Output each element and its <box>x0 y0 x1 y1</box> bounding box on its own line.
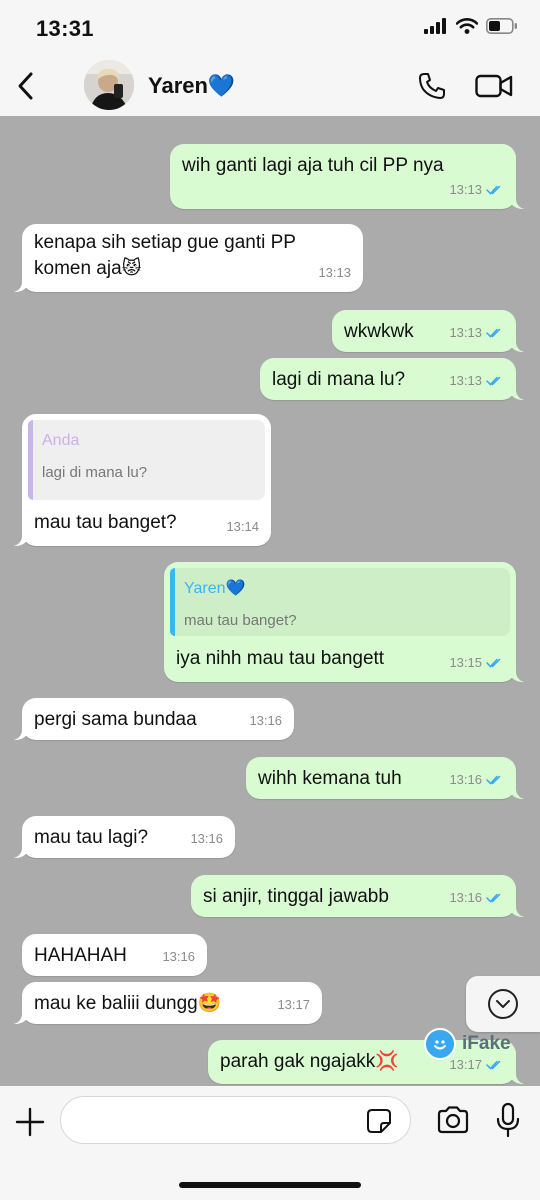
message-incoming[interactable]: mau ke baliii dungg🤩 13:17 <box>8 982 322 1024</box>
message-incoming[interactable]: pergi sama bundaa 13:16 <box>8 698 294 740</box>
message-meta: 13:13 <box>449 368 504 394</box>
status-icons <box>424 18 518 34</box>
video-camera-icon <box>475 74 513 98</box>
scroll-to-bottom-button[interactable] <box>466 976 540 1032</box>
message-time: 13:16 <box>449 890 482 905</box>
message-text: iya nihh mau tau bangett <box>176 648 385 669</box>
quote-text: mau tau banget? <box>184 612 297 629</box>
message-meta: 13:15 <box>449 650 504 676</box>
quote-author: Yaren💙 <box>184 580 246 597</box>
camera-icon <box>437 1106 469 1134</box>
message-meta: 13:16 <box>190 826 223 852</box>
message-incoming[interactable]: HAHAHAH 13:16 <box>22 934 207 976</box>
read-ticks-icon <box>486 185 501 195</box>
message-outgoing[interactable]: wkwkwk 13:13 <box>332 310 530 352</box>
quote-author: Anda <box>42 432 80 449</box>
message-time: 13:15 <box>449 655 482 670</box>
message-time: 13:16 <box>449 772 482 787</box>
watermark-face-icon <box>424 1028 456 1060</box>
read-ticks-icon <box>486 893 501 903</box>
microphone-icon <box>496 1102 520 1138</box>
message-meta: 13:13 <box>449 177 504 203</box>
message-incoming-reply[interactable]: Anda lagi di mana lu? mau tau banget? 13… <box>8 414 271 546</box>
message-text: lagi di mana lu? <box>272 369 406 390</box>
message-meta: 13:13 <box>318 260 351 286</box>
avatar-photo <box>84 60 134 110</box>
read-ticks-icon <box>486 1060 501 1070</box>
message-time: 13:13 <box>318 265 351 280</box>
video-call-button[interactable] <box>474 70 514 102</box>
message-meta: 13:16 <box>162 944 195 970</box>
back-button[interactable] <box>10 66 40 106</box>
message-meta: 13:16 <box>449 885 504 911</box>
quote-text: lagi di mana lu? <box>42 464 148 481</box>
sticker-icon <box>367 1109 391 1133</box>
message-meta: 13:14 <box>226 514 259 540</box>
message-text: mau ke baliii dungg🤩 <box>34 993 222 1014</box>
message-meta: 13:16 <box>249 708 282 734</box>
home-indicator <box>179 1182 361 1188</box>
message-time: 13:13 <box>449 325 482 340</box>
message-incoming[interactable]: kenapa sih setiap gue ganti PP komen aja… <box>8 224 363 292</box>
message-outgoing-reply[interactable]: Yaren💙 mau tau banget? iya nihh mau tau … <box>164 562 530 682</box>
message-time: 13:14 <box>226 519 259 534</box>
message-text: mau tau lagi? <box>34 827 149 848</box>
watermark-text: iFake <box>462 1033 511 1054</box>
phone-icon <box>419 73 445 99</box>
signal-icon <box>424 18 446 34</box>
message-text: HAHAHAH <box>34 945 127 966</box>
chat-header: Yaren💙 <box>0 56 540 116</box>
quote-bar <box>28 420 33 500</box>
message-outgoing[interactable]: wih ganti lagi aja tuh cil PP nya 13:13 <box>170 144 530 209</box>
message-text: wkwkwk <box>344 321 414 342</box>
message-outgoing[interactable]: lagi di mana lu? 13:13 <box>260 358 530 400</box>
message-time: 13:16 <box>249 713 282 728</box>
camera-button[interactable] <box>434 1102 472 1138</box>
message-outgoing[interactable]: si anjir, tinggal jawabb 13:16 <box>191 875 530 917</box>
read-ticks-icon <box>486 376 501 386</box>
back-chevron-icon <box>18 72 33 100</box>
quoted-message[interactable]: Yaren💙 mau tau banget? <box>170 568 510 636</box>
quote-bar <box>170 568 175 636</box>
watermark: iFake <box>424 1028 511 1060</box>
message-meta: 13:13 <box>449 320 504 346</box>
message-text: wihh kemana tuh <box>258 768 402 789</box>
contact-name[interactable]: Yaren💙 <box>148 73 235 99</box>
message-input-bar <box>0 1086 540 1200</box>
message-time: 13:13 <box>449 182 482 197</box>
read-ticks-icon <box>486 658 501 668</box>
message-meta: 13:16 <box>449 767 504 793</box>
microphone-button[interactable] <box>492 1100 524 1140</box>
message-text: wih ganti lagi aja tuh cil PP nya <box>182 155 444 176</box>
message-incoming[interactable]: mau tau lagi? 13:16 <box>8 816 235 858</box>
contact-avatar[interactable] <box>84 60 134 110</box>
message-input[interactable] <box>60 1096 411 1144</box>
message-meta: 13:17 <box>277 992 310 1018</box>
message-text: mau tau banget? <box>34 512 177 533</box>
message-time: 13:16 <box>162 949 195 964</box>
message-text: pergi sama bundaa <box>34 709 197 730</box>
message-time: 13:17 <box>277 997 310 1012</box>
battery-icon <box>486 18 517 34</box>
status-bar: 13:31 <box>0 0 540 56</box>
sticker-button[interactable] <box>364 1108 394 1134</box>
read-ticks-icon <box>486 775 501 785</box>
voice-call-button[interactable] <box>414 68 450 104</box>
plus-icon <box>15 1107 45 1137</box>
message-time: 13:13 <box>449 373 482 388</box>
message-text: kenapa sih setiap gue ganti PP komen aja… <box>34 232 296 279</box>
message-time: 13:16 <box>190 831 223 846</box>
message-text: si anjir, tinggal jawabb <box>203 886 389 907</box>
wifi-icon <box>456 18 478 34</box>
message-text: parah gak ngajakk💢 <box>220 1051 399 1072</box>
message-outgoing[interactable]: wihh kemana tuh 13:16 <box>246 757 530 799</box>
status-time: 13:31 <box>36 16 94 41</box>
read-ticks-icon <box>486 328 501 338</box>
chevron-down-circle-icon <box>488 989 518 1019</box>
attach-button[interactable] <box>12 1104 48 1140</box>
quoted-message[interactable]: Anda lagi di mana lu? <box>28 420 265 500</box>
chat-area[interactable]: wih ganti lagi aja tuh cil PP nya 13:13 … <box>0 116 540 1086</box>
